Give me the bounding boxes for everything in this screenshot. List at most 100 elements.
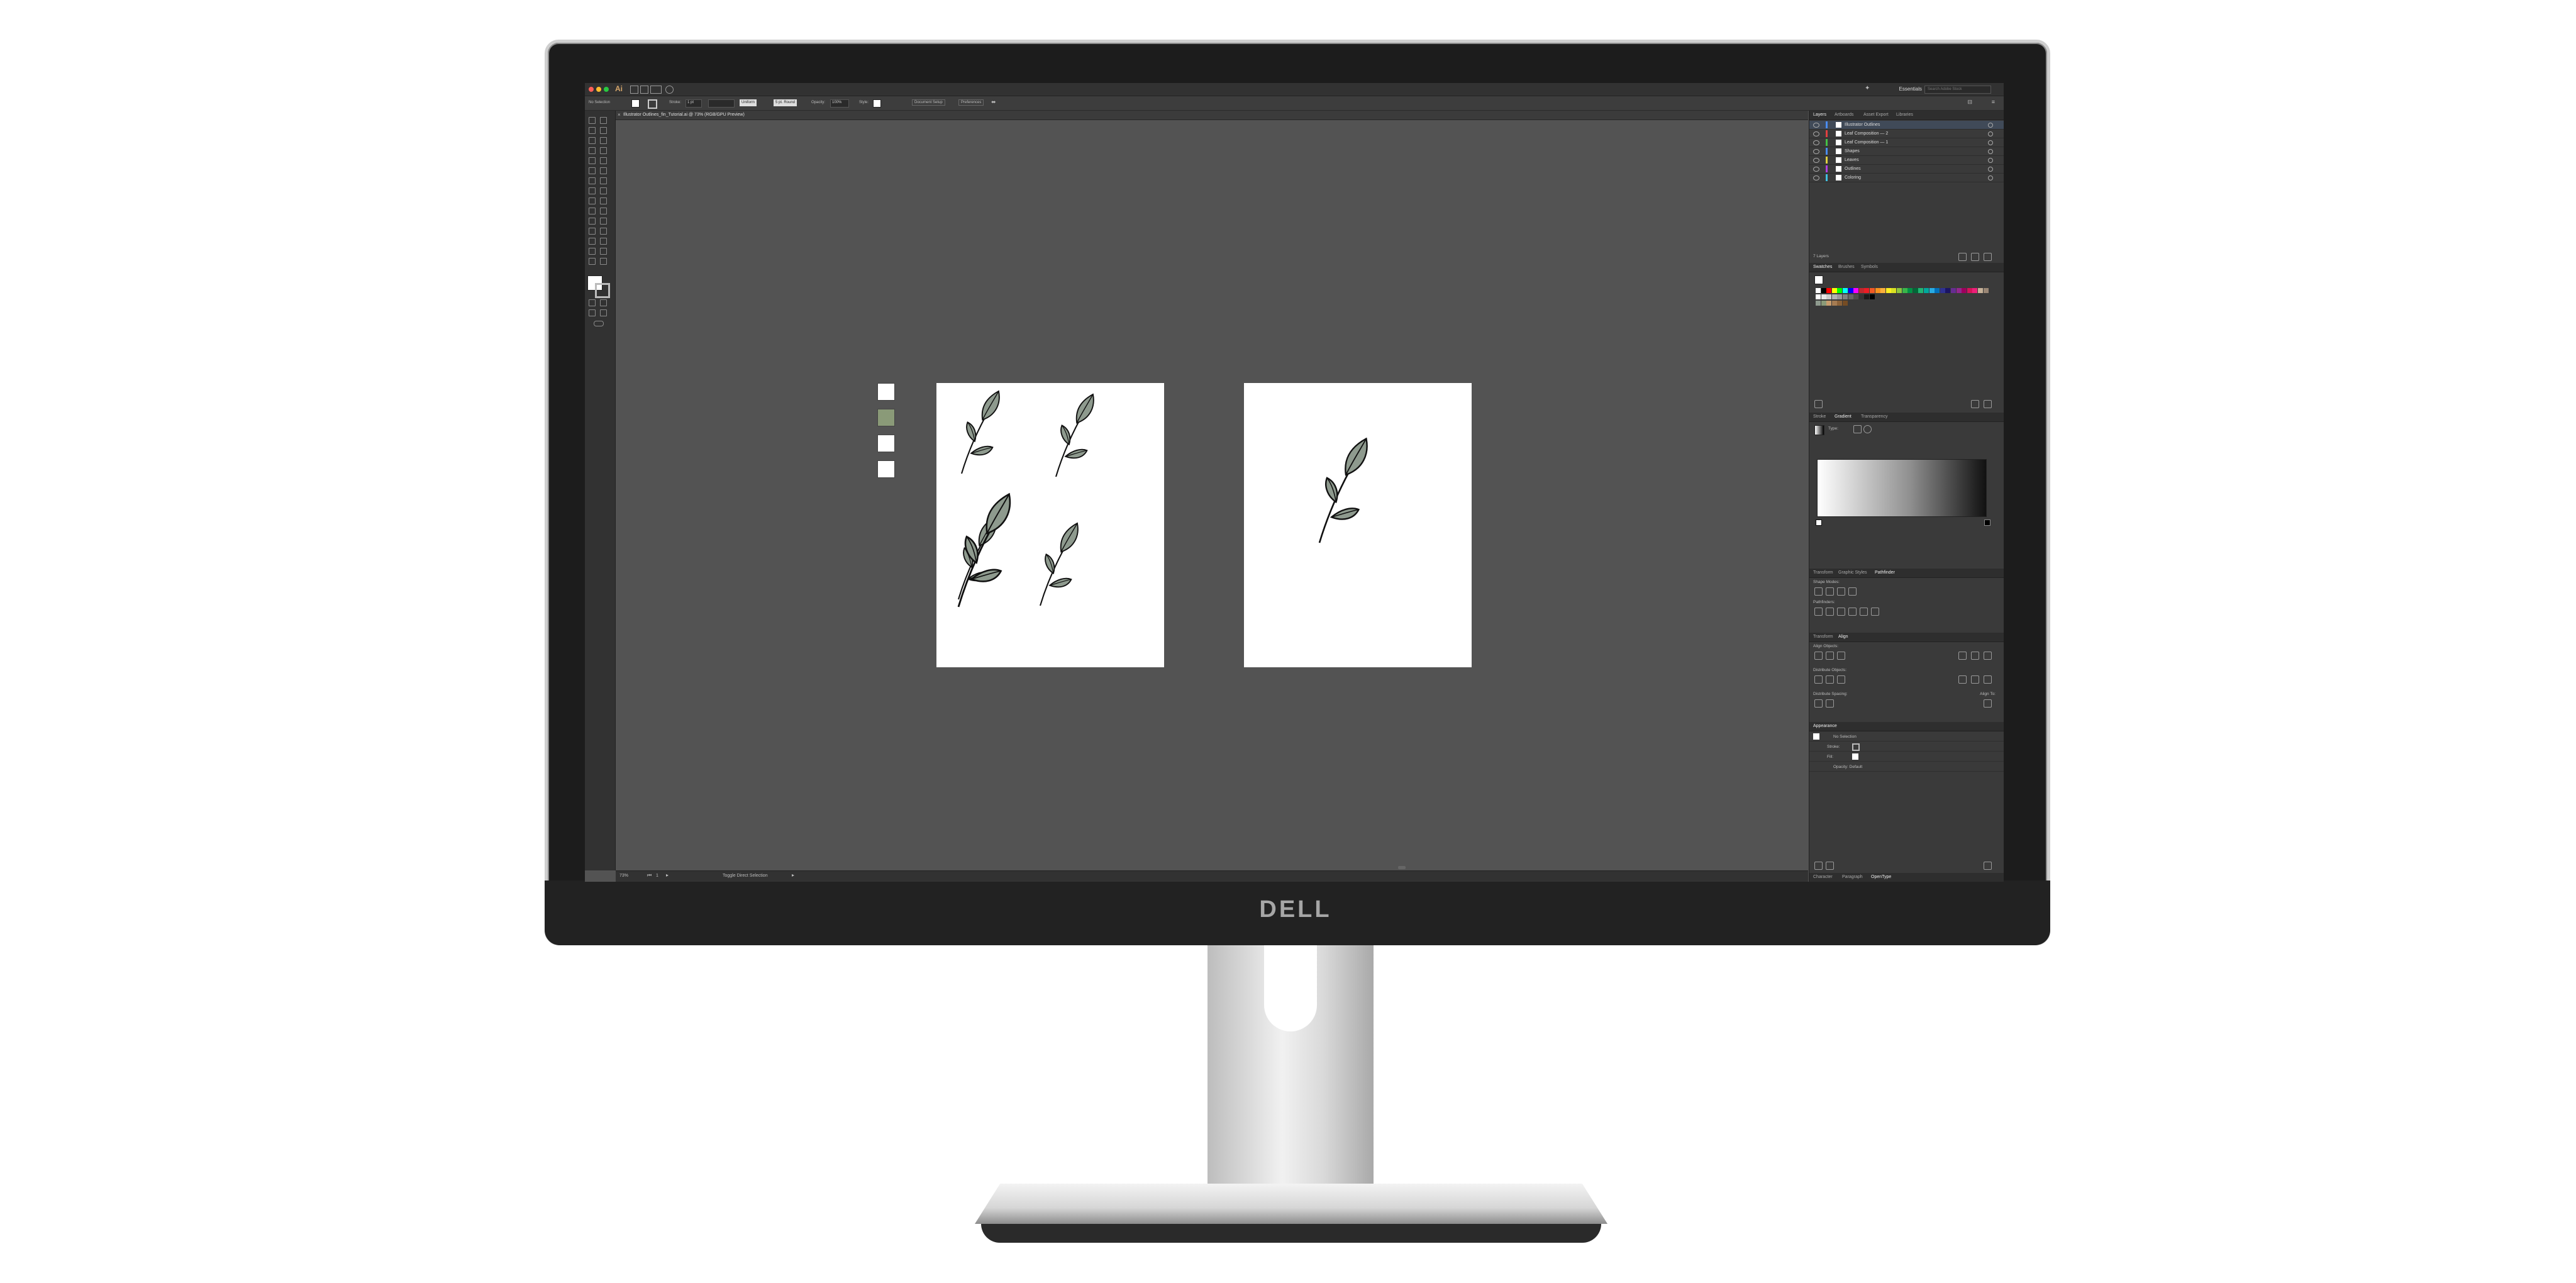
distribute-center-icon[interactable] — [1826, 675, 1834, 684]
blend-tool-icon[interactable] — [589, 228, 596, 235]
grey-swatch[interactable] — [1848, 294, 1853, 299]
delete-item-icon[interactable] — [1984, 862, 1992, 870]
visibility-eye-icon[interactable] — [1813, 167, 1819, 172]
color-swatch[interactable] — [1983, 288, 1989, 293]
trim-icon[interactable] — [1826, 608, 1834, 616]
tab-graphic-styles[interactable]: Graphic Styles — [1838, 570, 1867, 575]
variable-width-field[interactable] — [708, 99, 735, 108]
workspace-switcher[interactable]: Essentials — [1899, 86, 1922, 92]
artboard-tool-icon[interactable] — [600, 238, 607, 245]
visibility-eye-icon[interactable] — [1813, 158, 1819, 163]
zoom-tool-icon[interactable] — [589, 258, 596, 265]
visibility-eye-icon[interactable] — [1813, 175, 1819, 181]
pen-tool-icon[interactable] — [589, 137, 596, 144]
layer-row[interactable]: Shapes — [1809, 147, 2004, 156]
visibility-eye-icon[interactable] — [1813, 131, 1819, 136]
close-window-icon[interactable] — [589, 87, 594, 92]
stroke-swatch[interactable] — [648, 99, 657, 109]
graph-tool-icon[interactable] — [589, 238, 596, 245]
color-mode-icon[interactable] — [589, 299, 596, 306]
zoom-level[interactable]: 73% — [619, 874, 628, 878]
visibility-eye-icon[interactable] — [1813, 149, 1819, 154]
slice-tool-icon[interactable] — [589, 248, 596, 255]
grey-swatch[interactable] — [1826, 294, 1832, 299]
search-stock-input[interactable]: Search Adobe Stock — [1924, 86, 1991, 94]
outline-icon[interactable] — [1860, 608, 1868, 616]
layer-target-icon[interactable] — [1988, 149, 1993, 154]
color-swatch[interactable] — [1935, 288, 1940, 293]
hand-tool-icon[interactable] — [600, 248, 607, 255]
live-paint-tool-icon[interactable] — [600, 197, 607, 204]
stroke-color-box[interactable] — [595, 283, 610, 298]
delete-swatch-icon[interactable] — [1984, 400, 1992, 408]
tab-opentype[interactable]: OpenType — [1871, 875, 1891, 879]
align-middle-icon[interactable] — [1971, 652, 1979, 660]
appearance-stroke-swatch[interactable] — [1852, 743, 1860, 751]
color-swatch[interactable] — [1929, 288, 1935, 293]
magic-wand-tool-icon[interactable] — [589, 127, 596, 134]
first-artboard-icon[interactable]: ⏮ — [647, 872, 652, 879]
color-swatch[interactable] — [1848, 288, 1853, 293]
next-artboard-icon[interactable]: ▸ — [666, 872, 669, 878]
crop-icon[interactable] — [1848, 608, 1857, 616]
grey-swatch[interactable] — [1858, 294, 1864, 299]
color-swatch[interactable] — [1962, 288, 1967, 293]
layer-row[interactable]: Coloring — [1809, 174, 2004, 182]
appearance-stroke-row[interactable]: Stroke: — [1809, 742, 2004, 752]
layer-target-icon[interactable] — [1988, 167, 1993, 172]
tab-libraries[interactable]: Libraries — [1896, 113, 1913, 117]
rotate-tool-icon[interactable] — [589, 177, 596, 184]
layer-target-icon[interactable] — [1988, 123, 1993, 128]
color-chip-2[interactable] — [877, 409, 895, 426]
tab-paragraph[interactable]: Paragraph — [1842, 875, 1863, 879]
color-swatch[interactable] — [1891, 288, 1897, 293]
color-group-swatch[interactable] — [1816, 301, 1821, 306]
unite-icon[interactable] — [1814, 587, 1823, 596]
delete-layer-icon[interactable] — [1984, 253, 1992, 261]
visibility-eye-icon[interactable] — [1813, 140, 1819, 145]
color-swatch[interactable] — [1843, 288, 1848, 293]
color-swatch[interactable] — [1978, 288, 1983, 293]
horizontal-scroll-thumb[interactable] — [1398, 866, 1406, 869]
tab-align[interactable]: Align — [1838, 635, 1848, 639]
exclude-icon[interactable] — [1848, 587, 1857, 596]
document-setup-button[interactable]: Document Setup — [912, 99, 945, 106]
color-swatch[interactable] — [1875, 288, 1880, 293]
free-transform-tool-icon[interactable] — [600, 187, 607, 194]
selection-tool-icon[interactable] — [589, 117, 596, 124]
type-tool-icon[interactable] — [589, 147, 596, 154]
gradient-swatch[interactable] — [1814, 425, 1824, 435]
shape-builder-tool-icon[interactable] — [589, 197, 596, 204]
artboard-2[interactable] — [1244, 383, 1472, 667]
preferences-button[interactable]: Preferences — [958, 99, 984, 106]
draw-mode-icon[interactable] — [589, 309, 596, 316]
layer-target-icon[interactable] — [1988, 140, 1993, 145]
color-group-swatch[interactable] — [1837, 301, 1843, 306]
color-swatch[interactable] — [1940, 288, 1945, 293]
color-swatch[interactable] — [1924, 288, 1929, 293]
scale-tool-icon[interactable] — [600, 177, 607, 184]
gradient-tool-icon[interactable] — [589, 218, 596, 225]
color-swatch[interactable] — [1831, 288, 1837, 293]
bridge-icon[interactable] — [630, 86, 638, 94]
color-group-swatch[interactable] — [1821, 301, 1826, 306]
grey-swatch[interactable] — [1816, 294, 1821, 299]
radial-gradient-icon[interactable] — [1863, 425, 1872, 433]
tab-artboards[interactable]: Artboards — [1835, 113, 1853, 117]
tab-layers[interactable]: Layers — [1813, 113, 1826, 117]
fill-swatch[interactable] — [631, 99, 640, 108]
color-swatch[interactable] — [1918, 288, 1924, 293]
color-chip-3[interactable] — [877, 435, 895, 452]
screen-mode-icon[interactable] — [600, 309, 607, 316]
color-swatch[interactable] — [1902, 288, 1907, 293]
horizontal-spacing-icon[interactable] — [1826, 699, 1834, 708]
minus-back-icon[interactable] — [1871, 608, 1879, 616]
new-swatch-icon[interactable] — [1971, 400, 1979, 408]
grey-swatch[interactable] — [1853, 294, 1859, 299]
tab-symbols[interactable]: Symbols — [1861, 265, 1878, 269]
curvature-tool-icon[interactable] — [600, 137, 607, 144]
grey-swatch[interactable] — [1843, 294, 1848, 299]
color-swatch[interactable] — [1907, 288, 1913, 293]
tab-pathfinder[interactable]: Pathfinder — [1875, 570, 1895, 575]
width-tool-icon[interactable] — [589, 187, 596, 194]
